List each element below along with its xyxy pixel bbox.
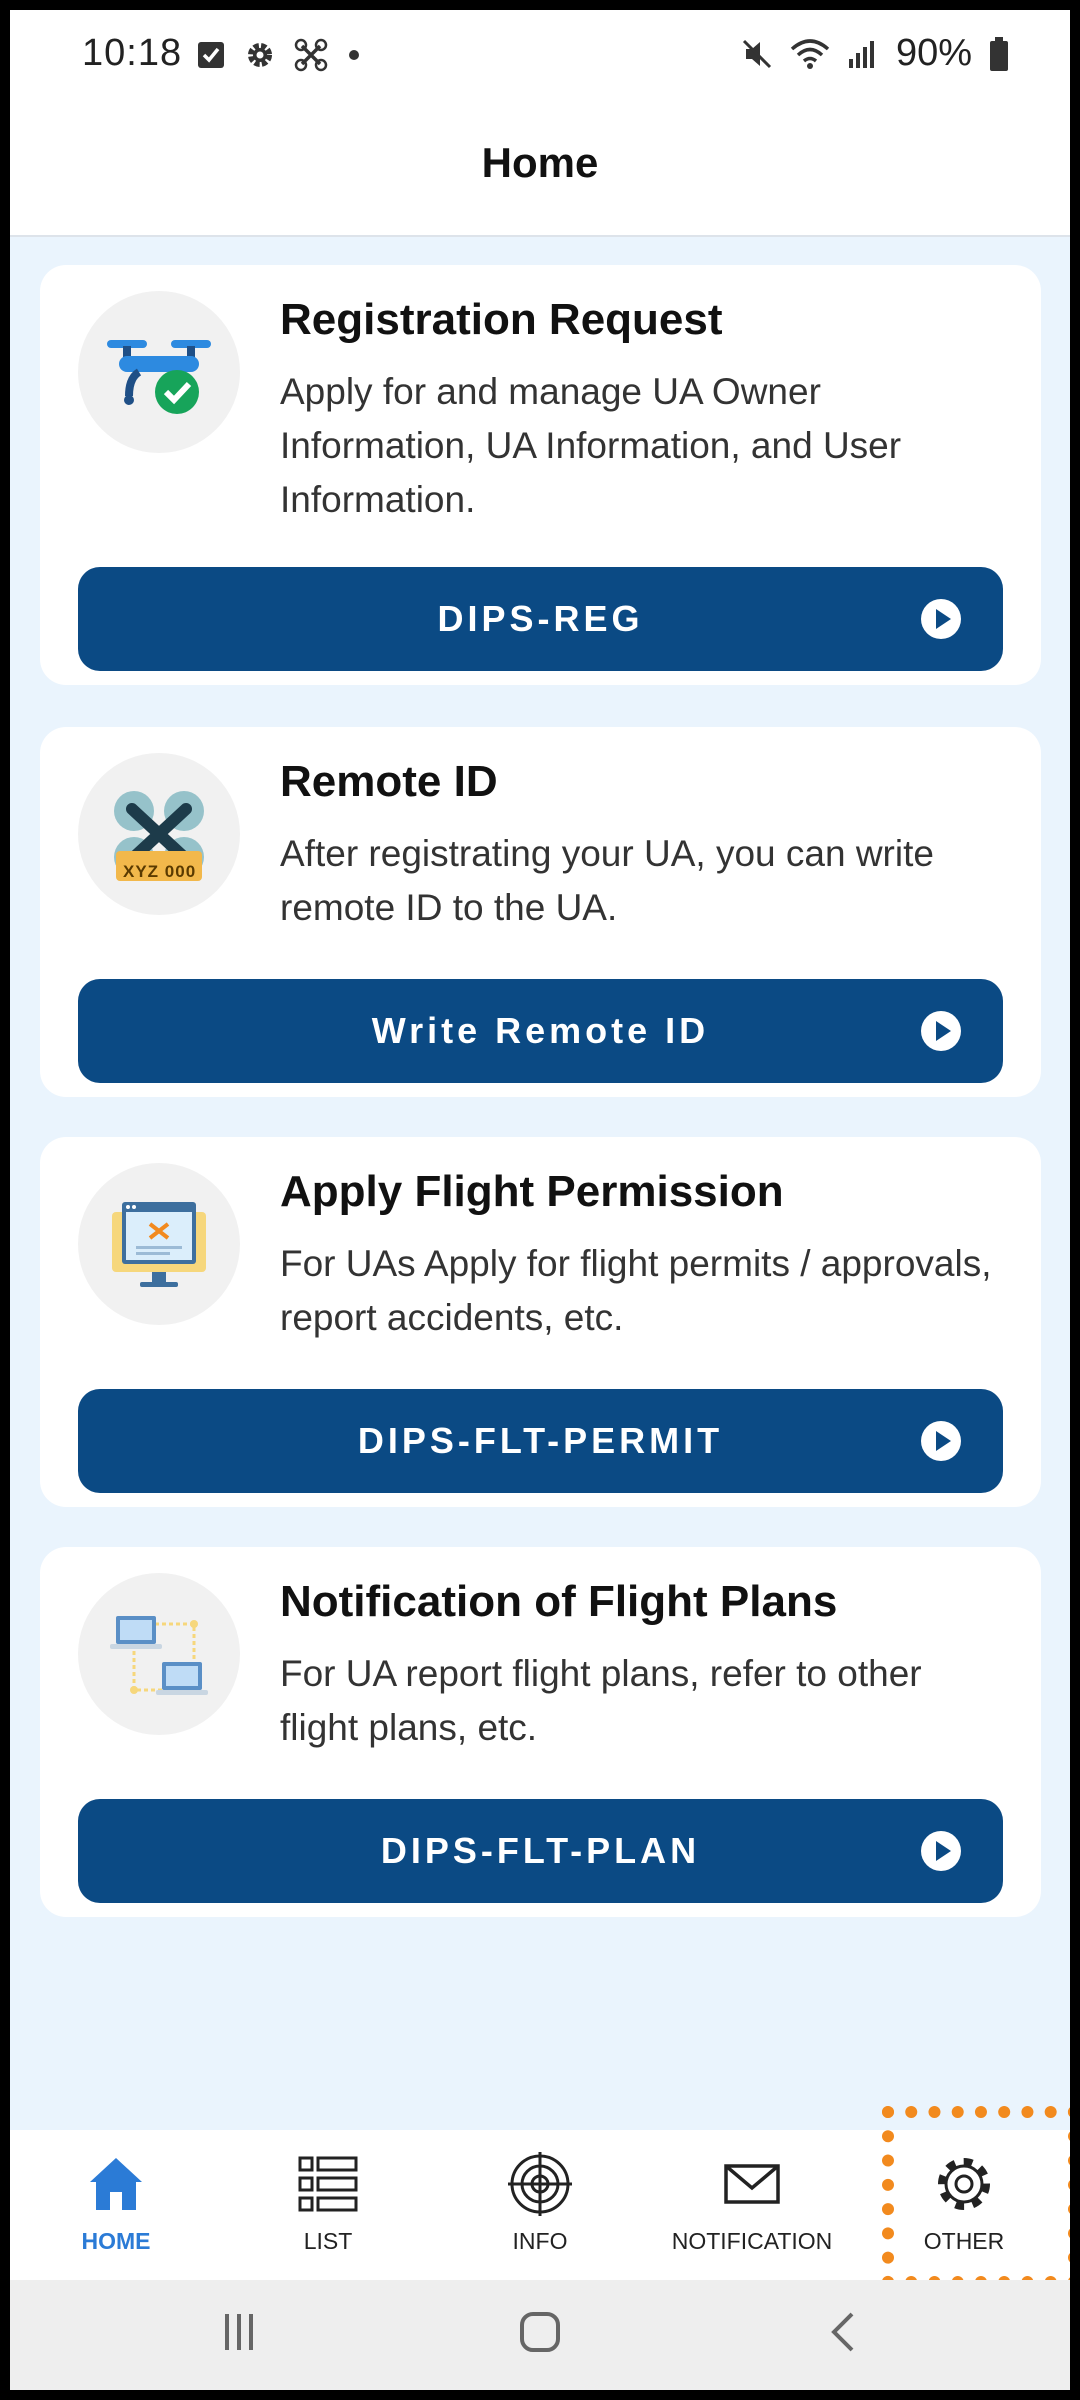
nav-list[interactable]: LIST — [222, 2130, 434, 2280]
write-remote-id-button[interactable]: Write Remote ID — [78, 979, 1003, 1083]
card-description: After registrating your UA, you can writ… — [280, 833, 934, 928]
button-label: Write Remote ID — [371, 1010, 710, 1051]
battery-icon — [990, 36, 1008, 71]
status-time: 10:18 — [82, 32, 183, 74]
system-nav-bar — [10, 2280, 1070, 2390]
card-notification-flight-plans: Notification of Flight Plans For UA repo… — [40, 1547, 1041, 1917]
plate-text: XYZ 000 — [123, 862, 197, 881]
card-description: For UAs Apply for flight permits / appro… — [280, 1243, 992, 1338]
button-label: DIPS-REG — [437, 598, 644, 639]
nav-info[interactable]: INFO — [434, 2130, 646, 2280]
mail-icon — [724, 2164, 780, 2204]
card-description: Apply for and manage UA Owner Informatio… — [280, 371, 902, 520]
network-laptops-icon — [78, 1573, 240, 1735]
recent-apps-icon[interactable] — [217, 2310, 261, 2354]
status-right: 90% — [740, 32, 1010, 75]
monitor-drone-icon — [78, 1163, 240, 1325]
nav-label: NOTIFICATION — [671, 2228, 833, 2254]
card-apply-flight-permission: Apply Flight Permission For UAs Apply fo… — [40, 1137, 1041, 1507]
home-button-icon[interactable] — [518, 2310, 562, 2354]
drone-remote-id-icon: XYZ 000 — [78, 753, 240, 915]
list-icon — [298, 2156, 358, 2212]
status-bar: 10:18 90% — [10, 10, 1070, 90]
play-icon — [921, 1421, 961, 1461]
card-title: Apply Flight Permission — [280, 1167, 784, 1216]
status-left-icons — [196, 38, 362, 72]
dips-reg-button[interactable]: DIPS-REG — [78, 567, 1003, 671]
card-registration-request: Registration Request Apply for and manag… — [40, 265, 1041, 685]
play-icon — [921, 599, 961, 639]
nav-label: INFO — [512, 2228, 568, 2254]
back-icon[interactable] — [822, 2310, 866, 2354]
play-icon — [921, 1011, 961, 1051]
dips-flt-permit-button[interactable]: DIPS-FLT-PERMIT — [78, 1389, 1003, 1493]
gear-icon — [248, 43, 272, 67]
nav-home[interactable]: HOME — [10, 2130, 222, 2280]
dot-icon — [349, 50, 359, 60]
battery-percent: 90% — [895, 32, 972, 74]
target-icon — [508, 2152, 572, 2216]
dips-flt-plan-button[interactable]: DIPS-FLT-PLAN — [78, 1799, 1003, 1903]
drone-check-icon — [78, 291, 240, 453]
nav-label: HOME — [81, 2228, 151, 2254]
button-label: DIPS-FLT-PERMIT — [357, 1420, 724, 1461]
card-description: For UA report flight plans, refer to oth… — [280, 1653, 922, 1748]
button-label: DIPS-FLT-PLAN — [380, 1830, 701, 1871]
card-title: Registration Request — [280, 295, 723, 344]
home-icon — [90, 2158, 142, 2210]
nav-label: LIST — [303, 2228, 353, 2254]
screen: 10:18 90% Home Registration Request Appl… — [10, 10, 1070, 2390]
app-header: Home — [10, 90, 1070, 237]
page-title: Home — [481, 138, 599, 186]
mute-icon — [742, 39, 771, 68]
card-title: Remote ID — [280, 757, 498, 806]
other-highlight-box — [882, 2106, 1070, 2288]
drone-icon — [294, 38, 328, 72]
card-title: Notification of Flight Plans — [280, 1577, 838, 1626]
card-remote-id: XYZ 000 Remote ID After registrating you… — [40, 727, 1041, 1097]
nav-notification[interactable]: NOTIFICATION — [646, 2130, 858, 2280]
wifi-icon — [790, 38, 830, 69]
play-icon — [921, 1831, 961, 1871]
signal-icon — [848, 40, 874, 68]
checkbox-icon — [198, 42, 224, 68]
